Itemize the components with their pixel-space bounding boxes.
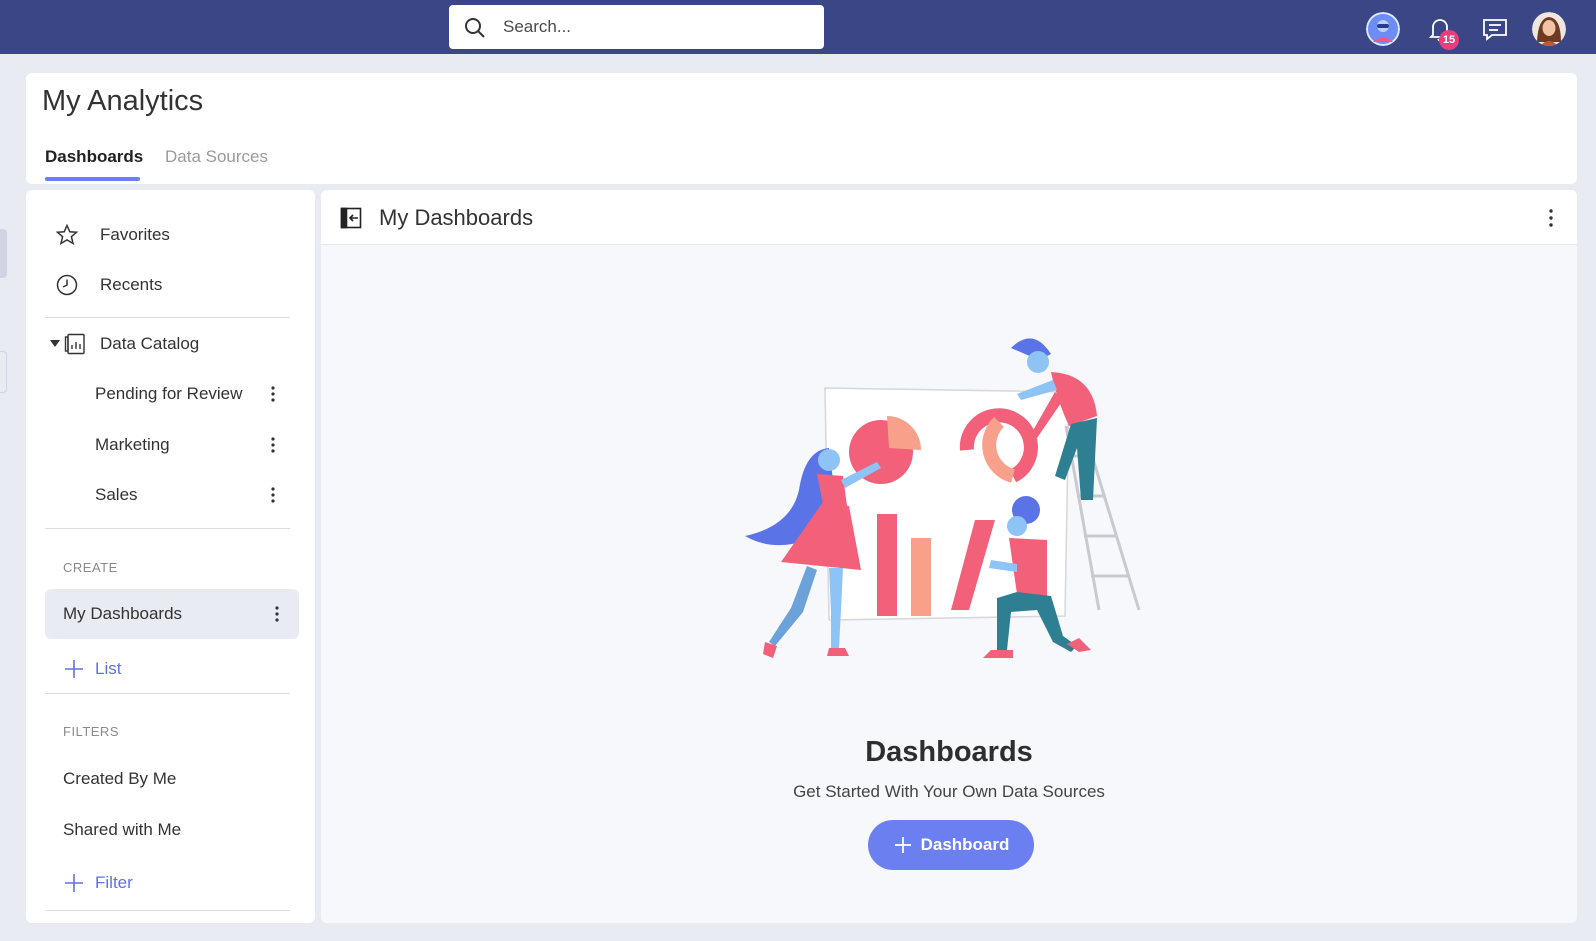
add-list-button[interactable]: List xyxy=(45,646,295,692)
sidebar-item-data-catalog[interactable]: Data Catalog xyxy=(45,321,295,367)
section-title-filters: FILTERS xyxy=(63,724,119,739)
edge-handle-secondary[interactable] xyxy=(0,351,7,393)
catalog-icon xyxy=(64,333,85,355)
filter-label: Created By Me xyxy=(63,769,177,788)
filter-shared-with-me[interactable]: Shared with Me xyxy=(45,807,295,853)
divider xyxy=(45,910,290,911)
more-options-icon[interactable] xyxy=(261,382,285,406)
active-tab-indicator xyxy=(45,177,140,181)
divider xyxy=(45,693,290,694)
page-header: My Analytics Dashboards Data Sources xyxy=(26,73,1577,184)
main-panel: My Dashboards Dashboards Get Started Wit… xyxy=(321,190,1577,923)
filter-created-by-me[interactable]: Created By Me xyxy=(45,756,295,802)
caret-down-icon xyxy=(50,340,60,347)
dashboards-illustration xyxy=(745,338,1141,658)
tab-data-sources[interactable]: Data Sources xyxy=(165,147,268,167)
more-options-icon[interactable] xyxy=(261,433,285,457)
empty-state-title: Dashboards xyxy=(865,736,1033,768)
tab-dashboards[interactable]: Dashboards xyxy=(45,147,143,167)
more-options-icon[interactable] xyxy=(1539,206,1563,230)
sidebar-item-label: Recents xyxy=(100,275,163,294)
sidebar-item-label: Favorites xyxy=(100,225,170,244)
user-avatar[interactable] xyxy=(1532,12,1566,46)
chat-icon[interactable] xyxy=(1478,12,1512,46)
sidebar: Favorites Recents Data Catalog Pending f… xyxy=(26,190,315,923)
sidebar-item-label: My Dashboards xyxy=(63,604,183,623)
catalog-item-label: Marketing xyxy=(95,435,170,454)
empty-state-subtitle: Get Started With Your Own Data Sources xyxy=(793,782,1105,801)
add-dashboard-label: Dashboard xyxy=(920,835,1010,854)
sidebar-item-favorites[interactable]: Favorites xyxy=(45,212,295,258)
add-list-label: List xyxy=(95,659,122,678)
sidebar-item-label: Data Catalog xyxy=(100,334,200,353)
plus-icon xyxy=(65,874,83,892)
more-options-icon[interactable] xyxy=(265,602,289,626)
notification-badge: 15 xyxy=(1439,30,1459,50)
plus-icon xyxy=(894,837,911,853)
collapse-sidebar-icon[interactable] xyxy=(339,206,363,230)
clock-icon xyxy=(56,274,78,296)
top-bar: 15 xyxy=(0,0,1596,54)
catalog-item-marketing[interactable]: Marketing xyxy=(45,422,295,468)
catalog-item-sales[interactable]: Sales xyxy=(45,472,295,518)
catalog-item-label: Pending for Review xyxy=(95,384,243,403)
plus-icon xyxy=(65,660,83,678)
sidebar-item-my-dashboards[interactable]: My Dashboards xyxy=(45,589,299,639)
main-header: My Dashboards xyxy=(321,190,1577,245)
search-icon xyxy=(465,18,485,38)
panel-title: My Dashboards xyxy=(379,205,534,230)
bot-avatar[interactable] xyxy=(1366,12,1400,46)
catalog-item-label: Sales xyxy=(95,485,138,504)
page-title: My Analytics xyxy=(42,85,204,117)
sidebar-item-recents[interactable]: Recents xyxy=(45,262,295,308)
add-filter-label: Filter xyxy=(95,873,133,892)
edge-handle[interactable] xyxy=(0,229,7,278)
add-dashboard-button[interactable]: Dashboard xyxy=(868,820,1034,870)
divider xyxy=(45,528,290,529)
filter-label: Shared with Me xyxy=(63,820,182,839)
add-filter-button[interactable]: Filter xyxy=(45,860,295,906)
divider xyxy=(45,317,290,318)
more-options-icon[interactable] xyxy=(261,483,285,507)
star-icon xyxy=(55,223,79,246)
search-box[interactable] xyxy=(449,5,824,49)
search-input[interactable] xyxy=(503,13,803,41)
catalog-item-pending-for-review[interactable]: Pending for Review xyxy=(45,371,295,417)
section-title-create: CREATE xyxy=(63,560,118,575)
